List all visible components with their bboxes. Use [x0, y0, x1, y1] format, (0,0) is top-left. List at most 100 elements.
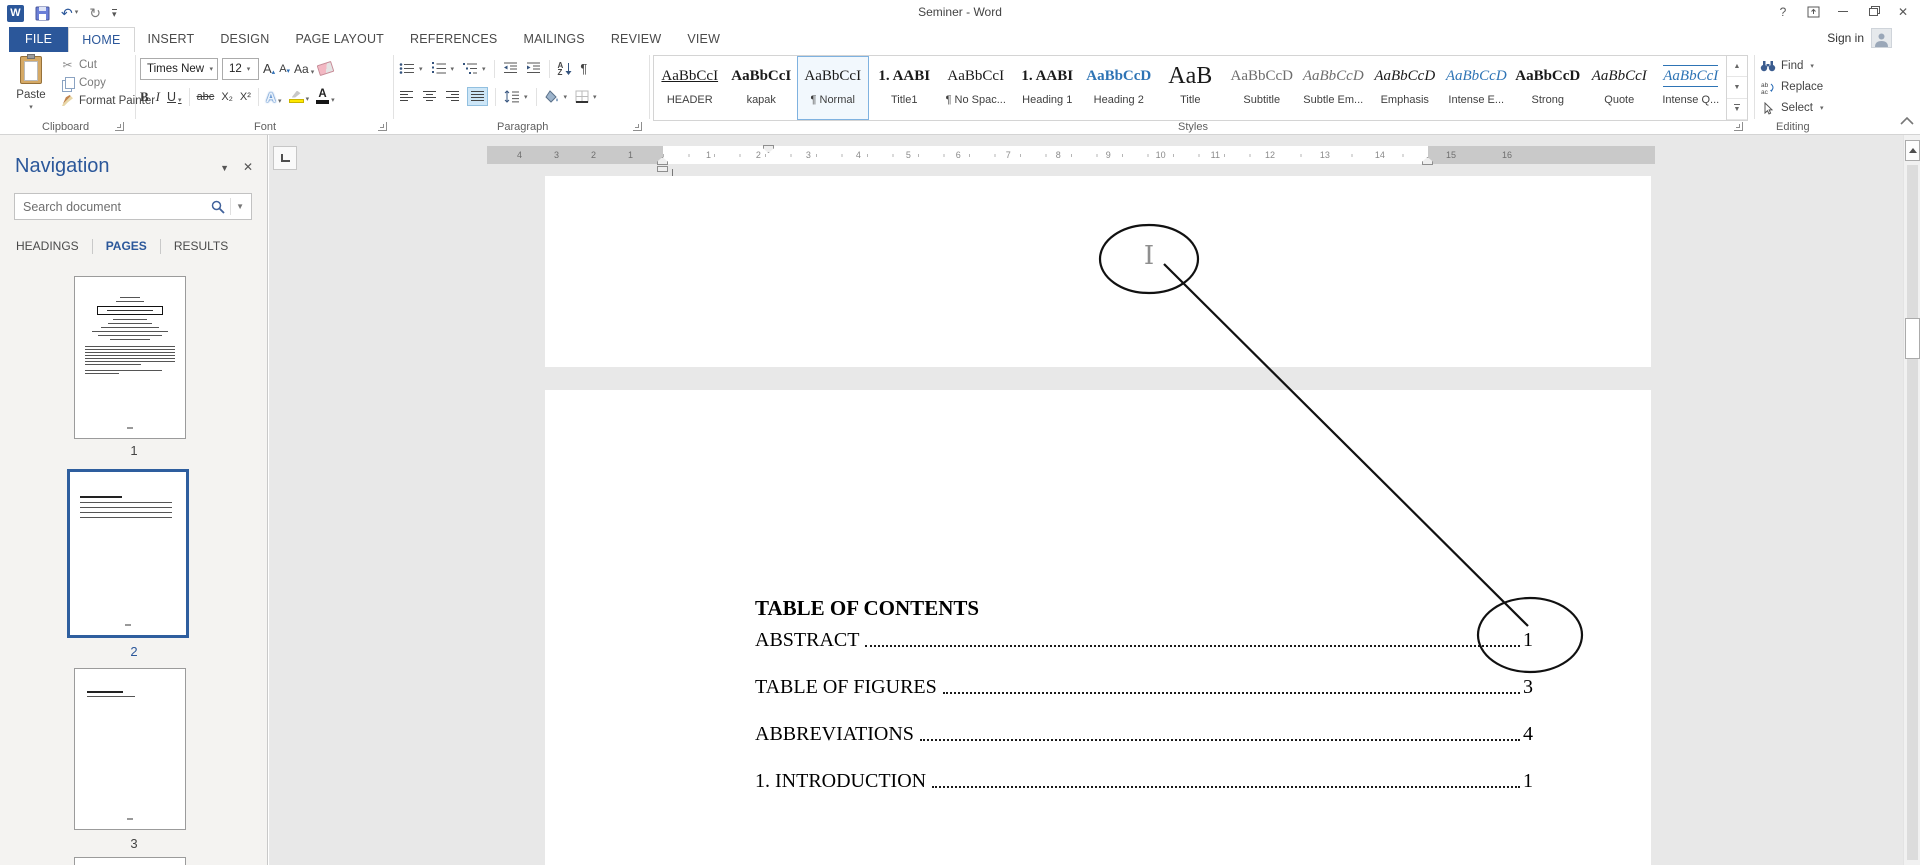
nav-tab-pages[interactable]: PAGES [106, 237, 147, 255]
text-effects-button[interactable]: A ▾ [266, 89, 282, 105]
style-normal-selected[interactable]: AaBbCcI ¶ Normal [797, 56, 869, 120]
page-thumbnail-1[interactable] [74, 276, 186, 439]
font-size-dropdown-arrow[interactable]: ▾ [247, 65, 251, 73]
style-heading-2[interactable]: AaBbCcD Heading 2 [1083, 56, 1155, 120]
shading-button[interactable]: ▾ [544, 90, 567, 103]
page-thumbnail-2-selected[interactable] [67, 469, 189, 638]
paste-button[interactable]: Paste ▾ [6, 54, 56, 120]
show-formatting-marks-button[interactable]: ¶ [580, 61, 587, 76]
tab-insert[interactable]: INSERT [135, 27, 208, 52]
font-color-button[interactable]: A ▾ [316, 88, 335, 104]
styles-scroll-up-button[interactable]: ▲ [1727, 56, 1747, 78]
tab-mailings[interactable]: MAILINGS [510, 27, 597, 52]
scrollbar-thumb[interactable] [1905, 318, 1920, 359]
italic-button[interactable]: I [156, 89, 160, 105]
search-dropdown-arrow[interactable]: ▼ [236, 202, 251, 211]
select-button[interactable]: Select ▾ [1760, 100, 1823, 116]
divider [493, 59, 495, 78]
document-page-2[interactable]: TABLE OF CONTENTS ABSTRACT 1 TABLE OF FI… [545, 390, 1651, 865]
style-title1[interactable]: 1. AABI Title1 [869, 56, 941, 120]
tab-stop-selector[interactable] [273, 146, 297, 170]
grow-font-button[interactable]: A ▴ [263, 61, 275, 76]
sort-button[interactable]: AZ [558, 61, 573, 76]
bold-button[interactable]: B [140, 89, 149, 105]
align-right-button[interactable] [445, 90, 460, 103]
tab-file[interactable]: FILE [9, 27, 69, 52]
page-thumbnail-4-partial[interactable] [74, 857, 186, 865]
style-title[interactable]: AaB Title [1155, 56, 1227, 120]
scrollbar-track[interactable] [1907, 165, 1918, 860]
style-subtitle[interactable]: AaBbCcD Subtitle [1226, 56, 1298, 120]
style-subtle-emphasis[interactable]: AaBbCcD Subtle Em... [1298, 56, 1370, 120]
paragraph-dialog-launcher[interactable] [633, 122, 642, 131]
styles-more-button[interactable]: ▼ [1727, 99, 1747, 120]
justify-button[interactable] [467, 87, 488, 106]
font-dialog-launcher[interactable] [378, 122, 387, 131]
left-indent-marker[interactable] [657, 166, 668, 172]
multilevel-list-button[interactable]: ▾ [462, 62, 486, 75]
vertical-scrollbar[interactable] [1903, 135, 1920, 865]
shrink-font-button[interactable]: A ▾ [279, 63, 290, 75]
bullets-button[interactable]: ▾ [399, 62, 423, 75]
minimize-button[interactable] [1828, 0, 1858, 23]
subscript-button[interactable]: X₂ [221, 91, 233, 103]
nav-tab-headings[interactable]: HEADINGS [16, 237, 79, 255]
style-preview: AaBbCcD [1302, 68, 1364, 84]
navigation-options-arrow[interactable]: ▼ [220, 163, 229, 173]
style-intense-quote[interactable]: AaBbCcI Intense Q... [1655, 56, 1726, 120]
restore-button[interactable] [1858, 0, 1888, 23]
document-canvas[interactable]: 4 3 2 1 1 2 3 4 5 6 7 8 9 10 11 12 13 14… [269, 135, 1903, 865]
account-avatar[interactable] [1871, 28, 1892, 48]
tab-review[interactable]: REVIEW [598, 27, 675, 52]
sign-in-link[interactable]: Sign in [1827, 31, 1864, 45]
ribbon-display-options-button[interactable] [1798, 0, 1828, 23]
tab-design[interactable]: DESIGN [207, 27, 282, 52]
tab-page-layout[interactable]: PAGE LAYOUT [282, 27, 397, 52]
styles-dialog-launcher[interactable] [1734, 122, 1743, 131]
paste-dropdown-arrow[interactable]: ▾ [29, 103, 33, 111]
nav-tab-results[interactable]: RESULTS [174, 237, 228, 255]
font-name-dropdown-arrow[interactable]: ▾ [209, 65, 213, 73]
decrease-indent-button[interactable] [503, 62, 518, 75]
collapse-ribbon-chevron[interactable] [1900, 112, 1914, 130]
styles-scroll-down-button[interactable]: ▼ [1727, 77, 1747, 99]
line-spacing-button[interactable]: ▾ [504, 90, 528, 103]
align-center-button[interactable] [422, 90, 437, 103]
find-button[interactable]: Find ▾ [1760, 58, 1823, 74]
style-header[interactable]: AaBbCcI HEADER [654, 56, 726, 120]
clipboard-dialog-launcher[interactable] [115, 122, 124, 131]
numbering-button[interactable]: ▾ [431, 62, 454, 75]
align-left-button[interactable] [399, 90, 414, 103]
font-size-combobox[interactable]: 12 ▾ [222, 57, 259, 80]
style-no-spacing[interactable]: AaBbCcI ¶ No Spac... [940, 56, 1012, 120]
help-button[interactable]: ? [1768, 0, 1798, 23]
style-quote[interactable]: AaBbCcI Quote [1584, 56, 1656, 120]
borders-button[interactable]: ▾ [575, 90, 597, 103]
style-kapak[interactable]: AaBbCcI kapak [726, 56, 798, 120]
increase-indent-button[interactable] [526, 62, 541, 75]
toc-dot-leader [942, 692, 1520, 694]
font-name-combobox[interactable]: Times New Ro ▾ [140, 57, 218, 80]
document-page-1[interactable] [545, 176, 1651, 367]
replace-button[interactable]: ab ac Replace [1760, 79, 1823, 95]
search-icon[interactable] [211, 200, 225, 214]
underline-button[interactable]: U ▾ [167, 90, 182, 104]
navigation-close-icon[interactable]: ✕ [243, 160, 253, 174]
style-strong[interactable]: AaBbCcD Strong [1512, 56, 1584, 120]
search-document-box[interactable]: Search document ▼ [14, 193, 252, 220]
change-case-button[interactable]: Aa ▾ [294, 62, 314, 76]
close-button[interactable]: ✕ [1888, 0, 1918, 23]
clear-formatting-button[interactable] [316, 60, 335, 77]
text-highlight-button[interactable]: ▾ [288, 90, 309, 103]
first-line-indent-marker[interactable] [763, 145, 774, 153]
strikethrough-button[interactable]: abc [197, 91, 215, 103]
style-heading-1[interactable]: 1. AABI Heading 1 [1012, 56, 1084, 120]
scroll-up-button[interactable] [1905, 140, 1920, 161]
tab-view[interactable]: VIEW [674, 27, 733, 52]
tab-references[interactable]: REFERENCES [397, 27, 510, 52]
superscript-button[interactable]: X² [240, 91, 251, 103]
page-thumbnail-3[interactable] [74, 668, 186, 830]
style-intense-emphasis[interactable]: AaBbCcD Intense E... [1441, 56, 1513, 120]
tab-home[interactable]: HOME [68, 27, 135, 52]
style-emphasis[interactable]: AaBbCcD Emphasis [1369, 56, 1441, 120]
